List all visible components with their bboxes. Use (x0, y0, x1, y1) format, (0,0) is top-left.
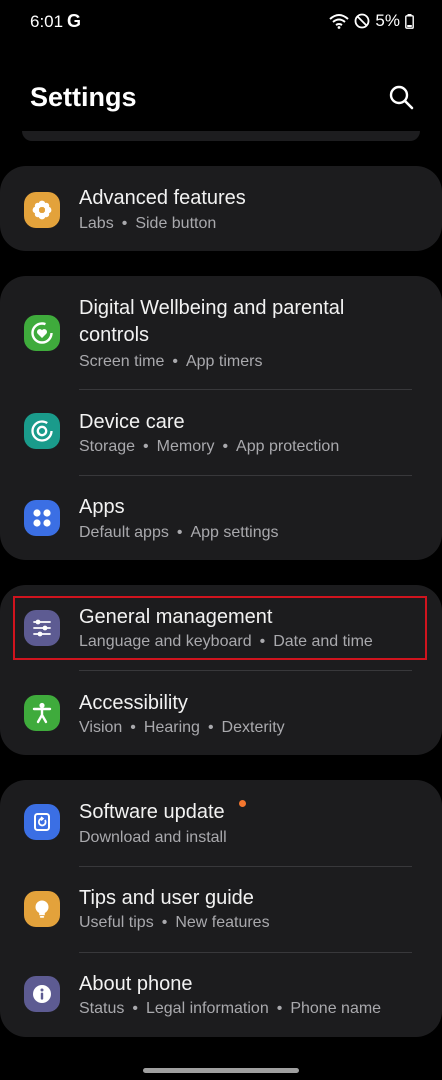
settings-item-software-update[interactable]: Software update Download and install (0, 780, 442, 866)
item-title: About phone (79, 973, 193, 995)
settings-item-advanced-features[interactable]: Advanced features Labs • Side button (0, 166, 442, 251)
battery-percent: 5% (375, 11, 400, 30)
item-subtitle: Useful tips • New features (79, 914, 270, 931)
item-subtitle: Default apps • App settings (79, 524, 279, 541)
search-icon (389, 85, 414, 110)
accessibility-icon (24, 695, 60, 731)
settings-item-about-phone[interactable]: About phone Status • Legal information • Pho… (0, 953, 442, 1037)
item-subtitle: Status • Legal information • Phone name (79, 1000, 382, 1017)
item-subtitle: Labs • Side button (79, 215, 217, 232)
search-button[interactable] (386, 82, 418, 114)
settings-item-accessibility[interactable]: Accessibility Vision • Hearing • Dexterity (0, 671, 442, 755)
battery-icon (405, 13, 414, 29)
do-not-disturb-icon (355, 13, 370, 29)
settings-item-tips-user-guide[interactable]: Tips and user guide Useful tips • New feat… (0, 867, 442, 952)
item-title: Accessibility (79, 692, 188, 714)
scroll-edge (22, 131, 420, 141)
status-time: 6:01 (30, 12, 64, 31)
item-title: Tips and user guide (79, 887, 254, 909)
item-title-line-2: controls (79, 324, 150, 346)
software-update-icon (24, 804, 60, 840)
settings-item-digital-wellbeing[interactable]: Digital Wellbeing and parental controls … (0, 276, 442, 389)
item-title-line-1: Digital Wellbeing and parental (79, 297, 345, 319)
item-title: Advanced features (79, 187, 246, 209)
status-bar: 6:01 G 5% (0, 0, 442, 46)
settings-item-device-care[interactable]: Device care Storage • Memory • App protectio… (0, 390, 442, 475)
labs-flower-icon (24, 192, 60, 228)
item-title: Device care (79, 411, 185, 433)
item-subtitle: Vision • Hearing • Dexterity (79, 719, 285, 736)
home-indicator[interactable] (143, 1068, 299, 1073)
item-subtitle: Screen time • App timers (79, 353, 263, 370)
wifi-icon (329, 14, 350, 29)
item-title: Software update (79, 801, 225, 823)
highlight-box (13, 596, 427, 660)
page-title: Settings (30, 82, 137, 112)
apps-grid-icon (24, 500, 60, 536)
device-care-icon (24, 413, 60, 449)
item-subtitle: Download and install (79, 829, 227, 846)
item-subtitle: Storage • Memory • App protection (79, 438, 340, 455)
wellbeing-heart-icon (24, 315, 60, 351)
item-title: Apps (79, 496, 125, 518)
update-badge (239, 800, 246, 807)
settings-item-apps[interactable]: Apps Default apps • App settings (0, 476, 442, 560)
google-g-icon: G (67, 11, 82, 31)
lightbulb-icon (24, 891, 60, 927)
info-icon (24, 976, 60, 1012)
status-right: 5% (329, 11, 414, 31)
